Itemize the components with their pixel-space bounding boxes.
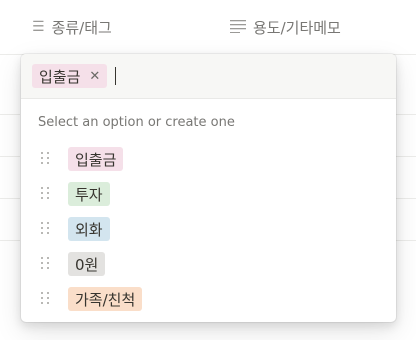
option-item[interactable]: 입출금	[21, 142, 396, 176]
remove-tag-icon[interactable]: ✕	[89, 69, 100, 84]
row-divider	[396, 240, 416, 241]
row-divider	[0, 240, 20, 241]
tag-search-input[interactable]: 입출금 ✕	[21, 54, 396, 99]
option-tag-chip: 0원	[68, 252, 106, 276]
text-cursor	[115, 67, 117, 85]
drag-handle-icon[interactable]	[41, 292, 51, 306]
drag-handle-icon[interactable]	[41, 222, 51, 236]
column-header-tags[interactable]: ☰ 종류/태그	[32, 0, 112, 54]
option-tag-chip: 투자	[68, 182, 110, 206]
column-header-memo[interactable]: 용도/기타메모	[230, 0, 341, 54]
selected-tag-chip: 입출금 ✕	[32, 64, 108, 88]
option-item[interactable]: 외화	[21, 212, 396, 246]
option-tag-chip: 외화	[68, 217, 110, 241]
tag-select-popup: 입출금 ✕ Select an option or create one 입출금…	[21, 54, 396, 322]
option-item[interactable]: 투자	[21, 177, 396, 211]
drag-handle-icon[interactable]	[41, 187, 51, 201]
row-divider	[0, 114, 20, 115]
drag-handle-icon[interactable]	[41, 257, 51, 271]
column-header-tags-label: 종류/태그	[51, 18, 112, 37]
table-header-row: ☰ 종류/태그 용도/기타메모	[0, 0, 416, 55]
row-divider	[396, 114, 416, 115]
option-tag-chip: 가족/친척	[68, 287, 143, 311]
option-tag-chip: 입출금	[68, 147, 124, 171]
row-divider	[0, 198, 20, 199]
column-header-memo-label: 용도/기타메모	[253, 18, 341, 37]
options-hint: Select an option or create one	[38, 115, 235, 130]
row-divider	[0, 156, 20, 157]
row-divider	[396, 198, 416, 199]
drag-handle-icon[interactable]	[41, 152, 51, 166]
option-item[interactable]: 가족/친척	[21, 282, 396, 316]
text-lines-icon	[230, 19, 246, 36]
row-divider	[396, 156, 416, 157]
list-icon: ☰	[32, 19, 45, 35]
selected-tag-label: 입출금	[39, 67, 81, 86]
option-item[interactable]: 0원	[21, 247, 396, 281]
